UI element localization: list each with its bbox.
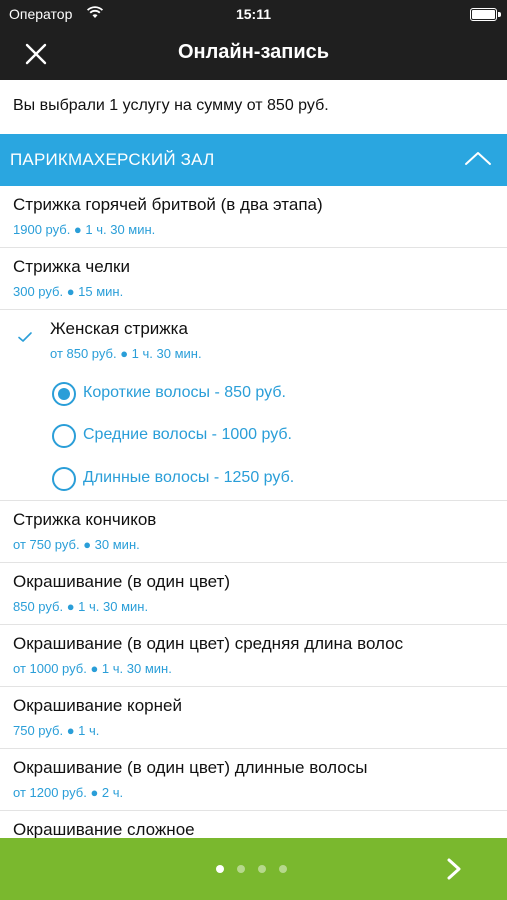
service-name: Окрашивание корней — [13, 696, 182, 715]
service-item[interactable]: Окрашивание (в один цвет) 850 руб. ● 1 ч… — [0, 563, 507, 625]
service-name: Женская стрижка — [50, 319, 188, 338]
page-title: Онлайн-запись — [177, 41, 330, 63]
chevron-right-icon[interactable] — [441, 855, 467, 883]
section-title: ПАРИКМАХЕРСКИЙ ЗАЛ — [10, 150, 215, 169]
option-label: Длинные волосы - 1250 руб. — [83, 469, 295, 486]
service-meta: 850 руб. ● 1 ч. 30 мин. — [13, 599, 149, 614]
status-bar: Оператор 15:11 — [0, 0, 507, 28]
page-dot — [258, 865, 266, 873]
radio-unselected[interactable] — [52, 424, 76, 448]
service-meta: 300 руб. ● 15 мин. — [13, 284, 124, 299]
service-name: Окрашивание сложное — [13, 820, 195, 838]
section-header[interactable]: ПАРИКМАХЕРСКИЙ ЗАЛ — [0, 134, 507, 186]
service-name: Стрижка кончиков — [13, 510, 157, 529]
service-item[interactable]: Окрашивание (в один цвет) средняя длина … — [0, 625, 507, 687]
radio-selected[interactable] — [52, 382, 76, 406]
service-name: Окрашивание (в один цвет) длинные волосы — [13, 758, 368, 777]
chevron-up-icon[interactable] — [463, 146, 493, 170]
nav-bar: Онлайн-запись — [0, 28, 507, 80]
service-item[interactable]: Стрижка челки 300 руб. ● 15 мин. — [0, 248, 507, 310]
service-name: Стрижка челки — [13, 257, 130, 276]
service-meta: от 1200 руб. ● 2 ч. — [13, 785, 124, 800]
service-meta: 750 руб. ● 1 ч. — [13, 723, 100, 738]
service-meta: от 750 руб. ● 30 мин. — [13, 537, 140, 552]
service-meta: 1900 руб. ● 1 ч. 30 мин. — [13, 222, 156, 237]
battery-icon — [470, 8, 501, 21]
service-meta: от 1000 руб. ● 1 ч. 30 мин. — [13, 661, 172, 676]
service-item[interactable]: Стрижка горячей бритвой (в два этапа) 19… — [0, 186, 507, 248]
clock: 15:11 — [235, 6, 272, 22]
service-item[interactable]: Окрашивание сложное — [0, 811, 507, 838]
page-dot — [279, 865, 287, 873]
option-label: Средние волосы - 1000 руб. — [83, 426, 292, 443]
service-name: Стрижка горячей бритвой (в два этапа) — [13, 195, 323, 214]
radio-unselected[interactable] — [52, 467, 76, 491]
bottom-bar — [0, 838, 507, 900]
page-dot-active — [216, 865, 224, 873]
selection-summary: Вы выбрали 1 услугу на сумму от 850 руб. — [0, 80, 507, 134]
service-item-selected[interactable]: Женская стрижка от 850 руб. ● 1 ч. 30 ми… — [0, 310, 507, 501]
service-meta: от 850 руб. ● 1 ч. 30 мин. — [50, 346, 202, 361]
service-item[interactable]: Окрашивание (в один цвет) длинные волосы… — [0, 749, 507, 811]
check-icon — [18, 332, 32, 342]
page-dot — [237, 865, 245, 873]
service-list: Стрижка горячей бритвой (в два этапа) 19… — [0, 186, 507, 838]
service-name: Окрашивание (в один цвет) средняя длина … — [13, 634, 404, 653]
option-label: Короткие волосы - 850 руб. — [83, 384, 286, 401]
service-name: Окрашивание (в один цвет) — [13, 572, 230, 591]
service-item[interactable]: Стрижка кончиков от 750 руб. ● 30 мин. — [0, 501, 507, 563]
service-item[interactable]: Окрашивание корней 750 руб. ● 1 ч. — [0, 687, 507, 749]
